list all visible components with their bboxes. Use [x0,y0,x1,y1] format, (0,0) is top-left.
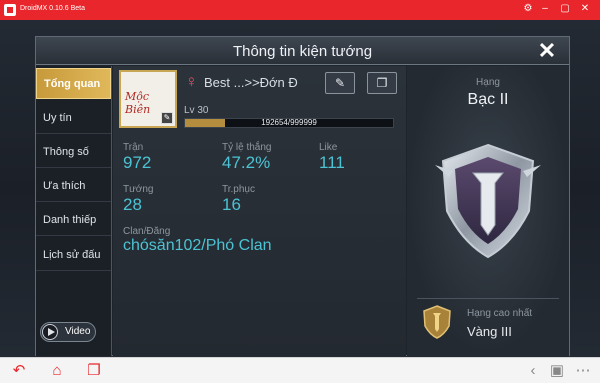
avatar-edit-icon[interactable]: ✎ [161,112,173,124]
home-icon[interactable]: ⌂ [48,362,66,380]
clan-label: Clan/Đăng [123,226,171,237]
winrate-label: Tỷ lệ thắng [222,142,272,153]
emulator-titlebar: DroidMX 0.10.6 Beta ⚙ – ▢ ✕ [0,0,600,20]
skins-value: 16 [222,195,241,214]
dialog-header: Thông tin kiện tướng ✕ [36,37,569,65]
highest-rank-icon [423,305,451,339]
video-button[interactable]: Video [40,322,96,342]
edit-name-button[interactable]: ✎ [325,72,355,94]
like-label: Like [319,142,338,153]
restore-icon[interactable]: ▢ [558,2,572,16]
matches-value: 972 [123,153,152,172]
more-icon[interactable]: ⋯ [574,362,592,380]
rank-panel: Hạng Bạc II Hạng cao nhất Vàng III [407,66,569,356]
nav-item-namecard[interactable]: Danh thiếp [36,205,111,236]
dialog-title: Thông tin kiện tướng [232,43,373,60]
highest-rank-label: Hạng cao nhất [467,308,533,319]
xp-bar: 192654/999999 [184,118,394,128]
chevron-left-icon[interactable]: ‹ [524,362,542,380]
rank-divider [417,298,559,299]
skins-label: Tr.phục [222,184,255,195]
app-logo-icon [4,4,16,16]
nav-item-overview[interactable]: Tổng quan [36,68,111,99]
player-level: Lv 30 [184,105,209,116]
rank-label: Hạng [476,77,500,88]
matches-label: Trận [123,142,144,153]
gender-icon: ♀ [185,72,198,91]
emulator-title: DroidMX 0.10.6 Beta [20,5,85,12]
play-icon [42,324,58,340]
copy-button[interactable]: ❐ [367,72,397,94]
minimize-icon[interactable]: – [538,2,552,16]
video-label: Video [65,326,91,337]
recent-apps-icon[interactable]: ❐ [85,362,103,380]
sidebar-nav: Tổng quan Uy tín Thông số Ưa thích Danh … [36,66,112,356]
xp-text: 192654/999999 [261,118,317,127]
copy-icon: ❐ [376,76,388,90]
player-name: Best ...>>Đớn Đ [204,75,298,90]
close-button[interactable]: ✕ [531,39,563,63]
nav-item-reputation[interactable]: Uy tín [36,103,111,134]
heroes-value: 28 [123,195,142,214]
android-navbar: ↶ ⌂ ❐ ‹ ▣ ⋯ [0,357,600,383]
nav-item-favorites[interactable]: Ưa thích [36,171,111,202]
nav-item-stats[interactable]: Thông số [36,137,111,168]
highest-rank-value: Vàng III [467,324,512,339]
avatar[interactable]: Mộc Biên ✎ [119,70,177,128]
clan-value: chósăn102/Phó Clan [123,237,272,254]
winrate-value: 47.2% [222,153,271,172]
gear-icon[interactable]: ⚙ [521,2,535,16]
back-icon[interactable]: ↶ [10,362,28,380]
rank-shield-icon [435,143,541,259]
like-value: 111 [319,153,345,172]
overview-content: Mộc Biên ✎ ♀ Best ...>>Đớn Đ ✎ ❐ Lv 30 1… [113,66,406,356]
heroes-label: Tướng [123,184,154,195]
player-info-dialog: Thông tin kiện tướng ✕ Tổng quan Uy tín … [35,36,570,356]
rank-value: Bạc II [467,91,509,108]
pencil-icon: ✎ [334,76,346,90]
game-viewport: Thông tin kiện tướng ✕ Tổng quan Uy tín … [0,20,600,357]
nav-item-match-history[interactable]: Lịch sử đấu [36,240,111,271]
screenshot-icon[interactable]: ▣ [548,362,566,380]
close-window-icon[interactable]: ✕ [578,2,592,16]
